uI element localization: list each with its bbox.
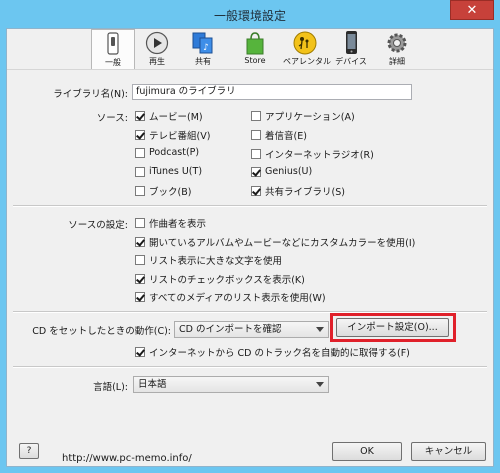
- source-checkbox-books[interactable]: ブック(B): [135, 184, 191, 198]
- checkbox[interactable]: [251, 166, 261, 177]
- help-button[interactable]: ?: [19, 443, 39, 459]
- language-select[interactable]: 日本語: [133, 376, 329, 393]
- checkbox[interactable]: [251, 149, 261, 159]
- tab-playback-label: 再生: [149, 57, 165, 66]
- store-bag-icon: [246, 32, 264, 55]
- tab-general-label: 一般: [105, 58, 121, 67]
- checkbox[interactable]: [135, 255, 145, 265]
- source-checkbox-genius[interactable]: Genius(U): [251, 166, 312, 177]
- setting-list-checkboxes[interactable]: リストのチェックボックスを表示(K): [135, 272, 305, 286]
- play-icon: [145, 31, 169, 55]
- source-settings-label: ソースの設定:: [68, 220, 128, 231]
- cd-action-value: CD のインポートを確認: [179, 324, 282, 335]
- tab-playback[interactable]: 再生: [135, 29, 179, 69]
- checkbox[interactable]: [135, 186, 145, 196]
- tab-devices-label: デバイス: [335, 57, 367, 66]
- ok-button[interactable]: OK: [332, 442, 402, 461]
- parental-icon: [293, 31, 317, 55]
- checkbox[interactable]: [135, 166, 145, 177]
- sources-label: ソース:: [96, 113, 128, 124]
- checkbox[interactable]: [135, 218, 145, 228]
- checkbox[interactable]: [251, 186, 261, 196]
- checkbox[interactable]: [135, 347, 145, 357]
- divider: [13, 366, 487, 368]
- gear-icon: [387, 33, 407, 53]
- cancel-button[interactable]: キャンセル: [411, 442, 486, 461]
- library-name-label: ライブラリ名(N):: [53, 89, 128, 100]
- checkbox[interactable]: [135, 292, 145, 302]
- source-checkbox-podcast[interactable]: Podcast(P): [135, 147, 199, 158]
- source-checkbox-shared-libraries[interactable]: 共有ライブラリ(S): [251, 184, 345, 198]
- setting-list-view-all[interactable]: すべてのメディアのリスト表示を使用(W): [135, 290, 326, 304]
- general-switch-icon: [107, 32, 119, 55]
- tab-parental[interactable]: ペアレンタル: [283, 29, 331, 69]
- cd-action-label: CD をセットしたときの動作(C):: [32, 326, 171, 337]
- sharing-icon: ♪: [192, 32, 213, 54]
- checkbox[interactable]: [135, 111, 145, 121]
- setting-auto-fetch-track-names[interactable]: インターネットから CD のトラック名を自動的に取得する(F): [135, 345, 410, 359]
- preferences-window: 一般環境設定 ✕ 一般 再生 ♪ 共有 Store ペアレンタル デバイス 詳細…: [0, 0, 500, 473]
- window-title: 一般環境設定: [213, 9, 286, 23]
- language-value: 日本語: [138, 379, 167, 390]
- setting-show-composer[interactable]: 作曲者を表示: [135, 216, 206, 230]
- tab-devices[interactable]: デバイス: [329, 29, 373, 69]
- tab-advanced[interactable]: 詳細: [375, 29, 419, 69]
- device-icon: [346, 31, 357, 54]
- chevron-down-icon: [316, 327, 324, 332]
- source-url-watermark: http://www.pc-memo.info/: [62, 453, 192, 464]
- source-checkbox-movies[interactable]: ムービー(M): [135, 109, 203, 123]
- import-settings-button[interactable]: インポート設定(O)...: [336, 318, 449, 337]
- setting-large-text[interactable]: リスト表示に大きな文字を使用: [135, 253, 282, 267]
- source-checkbox-itunes-u[interactable]: iTunes U(T): [135, 166, 202, 177]
- source-checkbox-applications[interactable]: アプリケーション(A): [251, 109, 355, 123]
- tab-parental-label: ペアレンタル: [283, 57, 331, 66]
- source-checkbox-tv-shows[interactable]: テレビ番組(V): [135, 128, 210, 142]
- svg-text:♪: ♪: [203, 43, 209, 53]
- library-name-field[interactable]: fujimura のライブラリ: [132, 84, 412, 100]
- tab-store-label: Store: [244, 56, 266, 65]
- source-checkbox-ringtones[interactable]: 着信音(E): [251, 128, 307, 142]
- checkbox[interactable]: [135, 274, 145, 284]
- tab-store[interactable]: Store: [233, 29, 277, 69]
- preferences-toolbar: 一般 再生 ♪ 共有 Store ペアレンタル デバイス 詳細: [7, 29, 493, 70]
- source-checkbox-internet-radio[interactable]: インターネットラジオ(R): [251, 147, 374, 161]
- setting-custom-colors[interactable]: 開いているアルバムやムービーなどにカスタムカラーを使用(I): [135, 235, 415, 249]
- cd-action-select[interactable]: CD のインポートを確認: [174, 321, 329, 338]
- checkbox[interactable]: [251, 111, 261, 121]
- checkbox[interactable]: [135, 147, 145, 158]
- checkbox[interactable]: [251, 130, 261, 140]
- divider: [13, 205, 487, 207]
- language-label: 言語(L):: [93, 382, 128, 393]
- tab-general[interactable]: 一般: [91, 29, 135, 69]
- checkbox[interactable]: [135, 130, 145, 140]
- close-button[interactable]: ✕: [450, 0, 494, 20]
- tab-sharing[interactable]: ♪ 共有: [181, 29, 225, 69]
- title-bar[interactable]: 一般環境設定 ✕: [0, 0, 500, 28]
- tab-advanced-label: 詳細: [389, 57, 405, 66]
- chevron-down-icon: [316, 382, 324, 387]
- checkbox[interactable]: [135, 237, 145, 247]
- dialog-body: 一般 再生 ♪ 共有 Store ペアレンタル デバイス 詳細 ライブラリ名(N…: [6, 28, 494, 467]
- tab-sharing-label: 共有: [195, 57, 211, 66]
